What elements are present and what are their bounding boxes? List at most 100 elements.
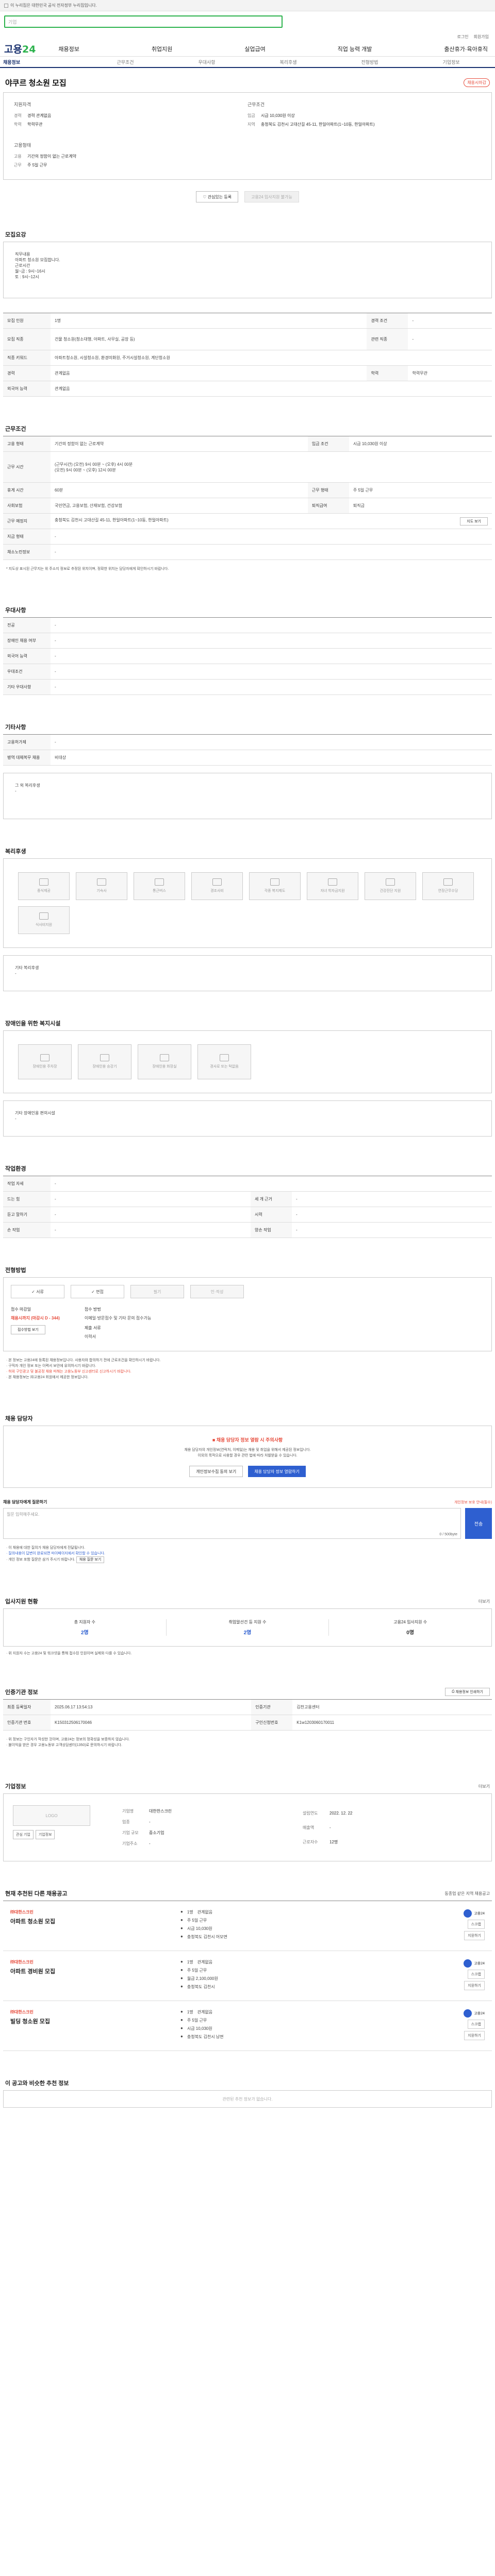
print-button[interactable]: ⎙ 채용정보 인쇄하기 xyxy=(444,1688,490,1696)
table-key: 인증기관 xyxy=(251,1699,293,1715)
welfare-item: 연장근무수당 xyxy=(422,872,474,900)
tab-pref[interactable]: 우대사항 xyxy=(166,59,248,65)
job-apply-button[interactable]: 지원하기 xyxy=(464,1931,485,1940)
table-value: (근무시간) (오전) 9시 00분 ~ (오후) 4시 00분 (오전) 9시… xyxy=(51,451,492,483)
site-logo[interactable]: 고용24 xyxy=(4,42,36,56)
note-line: · 위 정보는 구인자가 작성한 것이며, 고용24는 정보의 정확성을 보증하… xyxy=(6,1738,130,1741)
nav-support[interactable]: 취업지원 xyxy=(152,45,172,53)
map-button[interactable]: 지도 보기 xyxy=(460,517,488,526)
table-key: 퇴직급여 xyxy=(307,498,349,514)
inquiry-input[interactable]: 질문 입력해주세요. 0 / 500byte xyxy=(3,1508,461,1539)
scrap-button[interactable]: 스크랩 xyxy=(467,2020,485,2029)
signup-link[interactable]: 회원가입 xyxy=(474,34,489,40)
stat-label: 고용24 입사지원 수 xyxy=(393,1620,427,1624)
welfare-label: 통근버스 xyxy=(153,889,166,893)
scrap-button[interactable]: 스크랩 xyxy=(467,1920,485,1929)
job-apply-button[interactable]: 지원하기 xyxy=(464,2031,485,2040)
address-text: 충청북도 김천시 고대산길 45-11, 한일아파트(1~10동, 한일아파트) xyxy=(55,517,169,522)
tab-apply[interactable]: 전형방법 xyxy=(329,59,410,65)
section-recruit: 모집요강 직무내용 아파트 청소원 모집합니다. 근로시간 월~금 : 9시~1… xyxy=(3,230,492,397)
heart-icon: ♡ xyxy=(203,194,208,199)
company-more-link[interactable]: 더보기 xyxy=(478,1784,490,1789)
stats-box: 총 지원자 수 2명 취업알선건 등 지원 수 2명 고용24 입사지원 수 0명 xyxy=(3,1608,492,1647)
nav-training[interactable]: 직업 능력 개발 xyxy=(338,45,372,53)
job-title[interactable]: 아파트 청소원 모집 xyxy=(10,1917,180,1925)
section-title: 복리후생 xyxy=(5,849,26,855)
school-icon xyxy=(328,878,337,886)
job-count: 1명 xyxy=(187,1960,193,1964)
table-value: 건물 청소원(청소대행, 아파트, 사무실, 공장 등) xyxy=(51,328,367,350)
table-value: 충청북도 김천시 고대산길 45-11, 한일아파트(1~10동, 한일아파트)… xyxy=(51,513,492,529)
inquiry-list-button[interactable]: 채용 질문 보기 xyxy=(76,1556,105,1563)
interest-button[interactable]: ♡ 관심있는 등록 xyxy=(196,191,239,202)
nav-jobs[interactable]: 채용정보 xyxy=(58,45,79,53)
docs-label: 제출 서류 xyxy=(84,1326,101,1330)
welfare-label: 자녀 학자금지원 xyxy=(320,889,345,893)
search-row: 기업 xyxy=(0,11,495,32)
method-row: ✓ 서류 ✓ 면접 필기 인·적성 xyxy=(11,1285,484,1298)
job-description: 직무내용 아파트 청소원 모집합니다. 근로시간 월~금 : 9시~16시 토 … xyxy=(3,242,492,298)
job-list: ㈜대한스크린 아파트 청소원 모집 ● 1명 관계없음 ● 주 5일 근무 ● 시급 10… xyxy=(3,1901,492,2051)
table-value: 관계없음 xyxy=(51,365,367,381)
desc-line: 아파트 청소원 모집합니다. xyxy=(15,258,60,262)
job-apply-button[interactable]: 지원하기 xyxy=(464,1981,485,1990)
stat-value: 2명 xyxy=(80,1630,89,1636)
info-value: 2022. 12. 22 xyxy=(329,1810,353,1816)
company-info-button[interactable]: 기업정보 xyxy=(35,1830,55,1839)
summary-value: 주 5일 근무 xyxy=(27,163,47,167)
summary-value: 학력무관 xyxy=(27,122,43,127)
view-manager-button[interactable]: 채용 담당자 정보 열람하기 xyxy=(248,1466,306,1477)
nav-leave[interactable]: 출산휴가·육아휴직 xyxy=(444,45,488,53)
table-key: 듣고 말하기 xyxy=(3,1207,51,1223)
table-value: 학력무관 xyxy=(408,365,492,381)
summary-value: 충청북도 김천시 고대산길 45-11, 한일아파트(1~10동, 한일아파트) xyxy=(261,122,375,127)
table-value: 김천고용센터 xyxy=(292,1699,492,1715)
stat-item: 취업알선건 등 지원 수 2명 xyxy=(167,1619,329,1636)
list-item[interactable]: ㈜대한스크린 빌딩 청소원 모집 ● 1명 관계없음 ● 주 5일 근무 ● 시급 10,… xyxy=(3,2001,492,2051)
table-value: K150312506170046 xyxy=(51,1715,252,1731)
welfare-item: 기숙사 xyxy=(76,872,127,900)
register-method-button[interactable]: 접수방법 보기 xyxy=(11,1325,45,1334)
job-title[interactable]: 아파트 경비원 모집 xyxy=(10,1967,180,1975)
tab-company[interactable]: 기업정보 xyxy=(410,59,492,65)
login-link[interactable]: 로그인 xyxy=(457,34,468,40)
welfare-other-value: - xyxy=(15,971,16,976)
privacy-consent-button[interactable]: 개인정보수집 동의 보기 xyxy=(189,1466,243,1477)
welfare-label: 연장근무수당 xyxy=(438,889,458,893)
desc-line: 월~금 : 9시~16시 xyxy=(15,269,45,274)
note-line: · 이 채용에 대한 질의가 채용 담당자에게 전달됩니다. xyxy=(6,1546,86,1550)
interest-company-button[interactable]: 관심 기업 xyxy=(13,1830,34,1839)
scrap-button[interactable]: 스크랩 xyxy=(467,1970,485,1979)
stat-item: 총 지원자 수 2명 xyxy=(4,1619,167,1636)
tab-welfare[interactable]: 복리후생 xyxy=(248,59,329,65)
job-schedule: 주 5일 근무 xyxy=(187,2018,207,2023)
table-key: 사회보험 xyxy=(3,498,51,514)
inquiry-send-button[interactable]: 전송 xyxy=(465,1508,492,1539)
table-value: 국민연금, 고용보험, 산재보험, 건강보험 xyxy=(51,498,308,514)
info-key: 근로자수 xyxy=(303,1839,318,1844)
job-schedule: 주 5일 근무 xyxy=(187,1968,207,1973)
list-item[interactable]: ㈜대한스크린 아파트 청소원 모집 ● 1명 관계없음 ● 주 5일 근무 ● 시급 10… xyxy=(3,1901,492,1951)
table-key: 근무 형태 xyxy=(307,482,349,498)
job-title[interactable]: 빌딩 청소원 모집 xyxy=(10,2017,180,2025)
search-input[interactable]: 기업 xyxy=(4,15,283,28)
table-value: K1w1203060170011 xyxy=(292,1715,492,1731)
welfare-label: 식사비지원 xyxy=(35,923,53,927)
nav-benefit[interactable]: 실업급여 xyxy=(244,45,265,53)
info-key: 기업명 xyxy=(122,1809,134,1814)
tab-work[interactable]: 근무조건 xyxy=(85,59,166,65)
pin-icon: ● xyxy=(180,1934,183,1939)
info-value: 중소기업 xyxy=(149,1831,164,1835)
table-key: 인증기관 번호 xyxy=(3,1715,51,1731)
desc-line: 근로시간 xyxy=(15,263,30,268)
apply-button[interactable]: 고용24 입사지원 불가능 xyxy=(244,191,299,202)
summary-value: 경력 관계없음 xyxy=(27,113,52,118)
list-item[interactable]: ㈜대한스크린 아파트 경비원 모집 ● 1명 관계없음 ● 주 5일 근무 ● 월급 2,… xyxy=(3,1951,492,2001)
welfare-label: 경조사비 xyxy=(210,889,224,893)
method-aptitude: 인·적성 xyxy=(190,1285,244,1298)
stats-more-link[interactable]: 더보기 xyxy=(478,1599,490,1604)
tab-recruit[interactable]: 채용정보 xyxy=(3,59,85,65)
summary-key: 근무 xyxy=(14,163,22,167)
section-disability: 장애인을 위한 복지시설 장애인용 주차장 장애인용 승강기 장애인용 화장실 … xyxy=(3,1019,492,1137)
section-title: 기타사항 xyxy=(5,724,26,731)
